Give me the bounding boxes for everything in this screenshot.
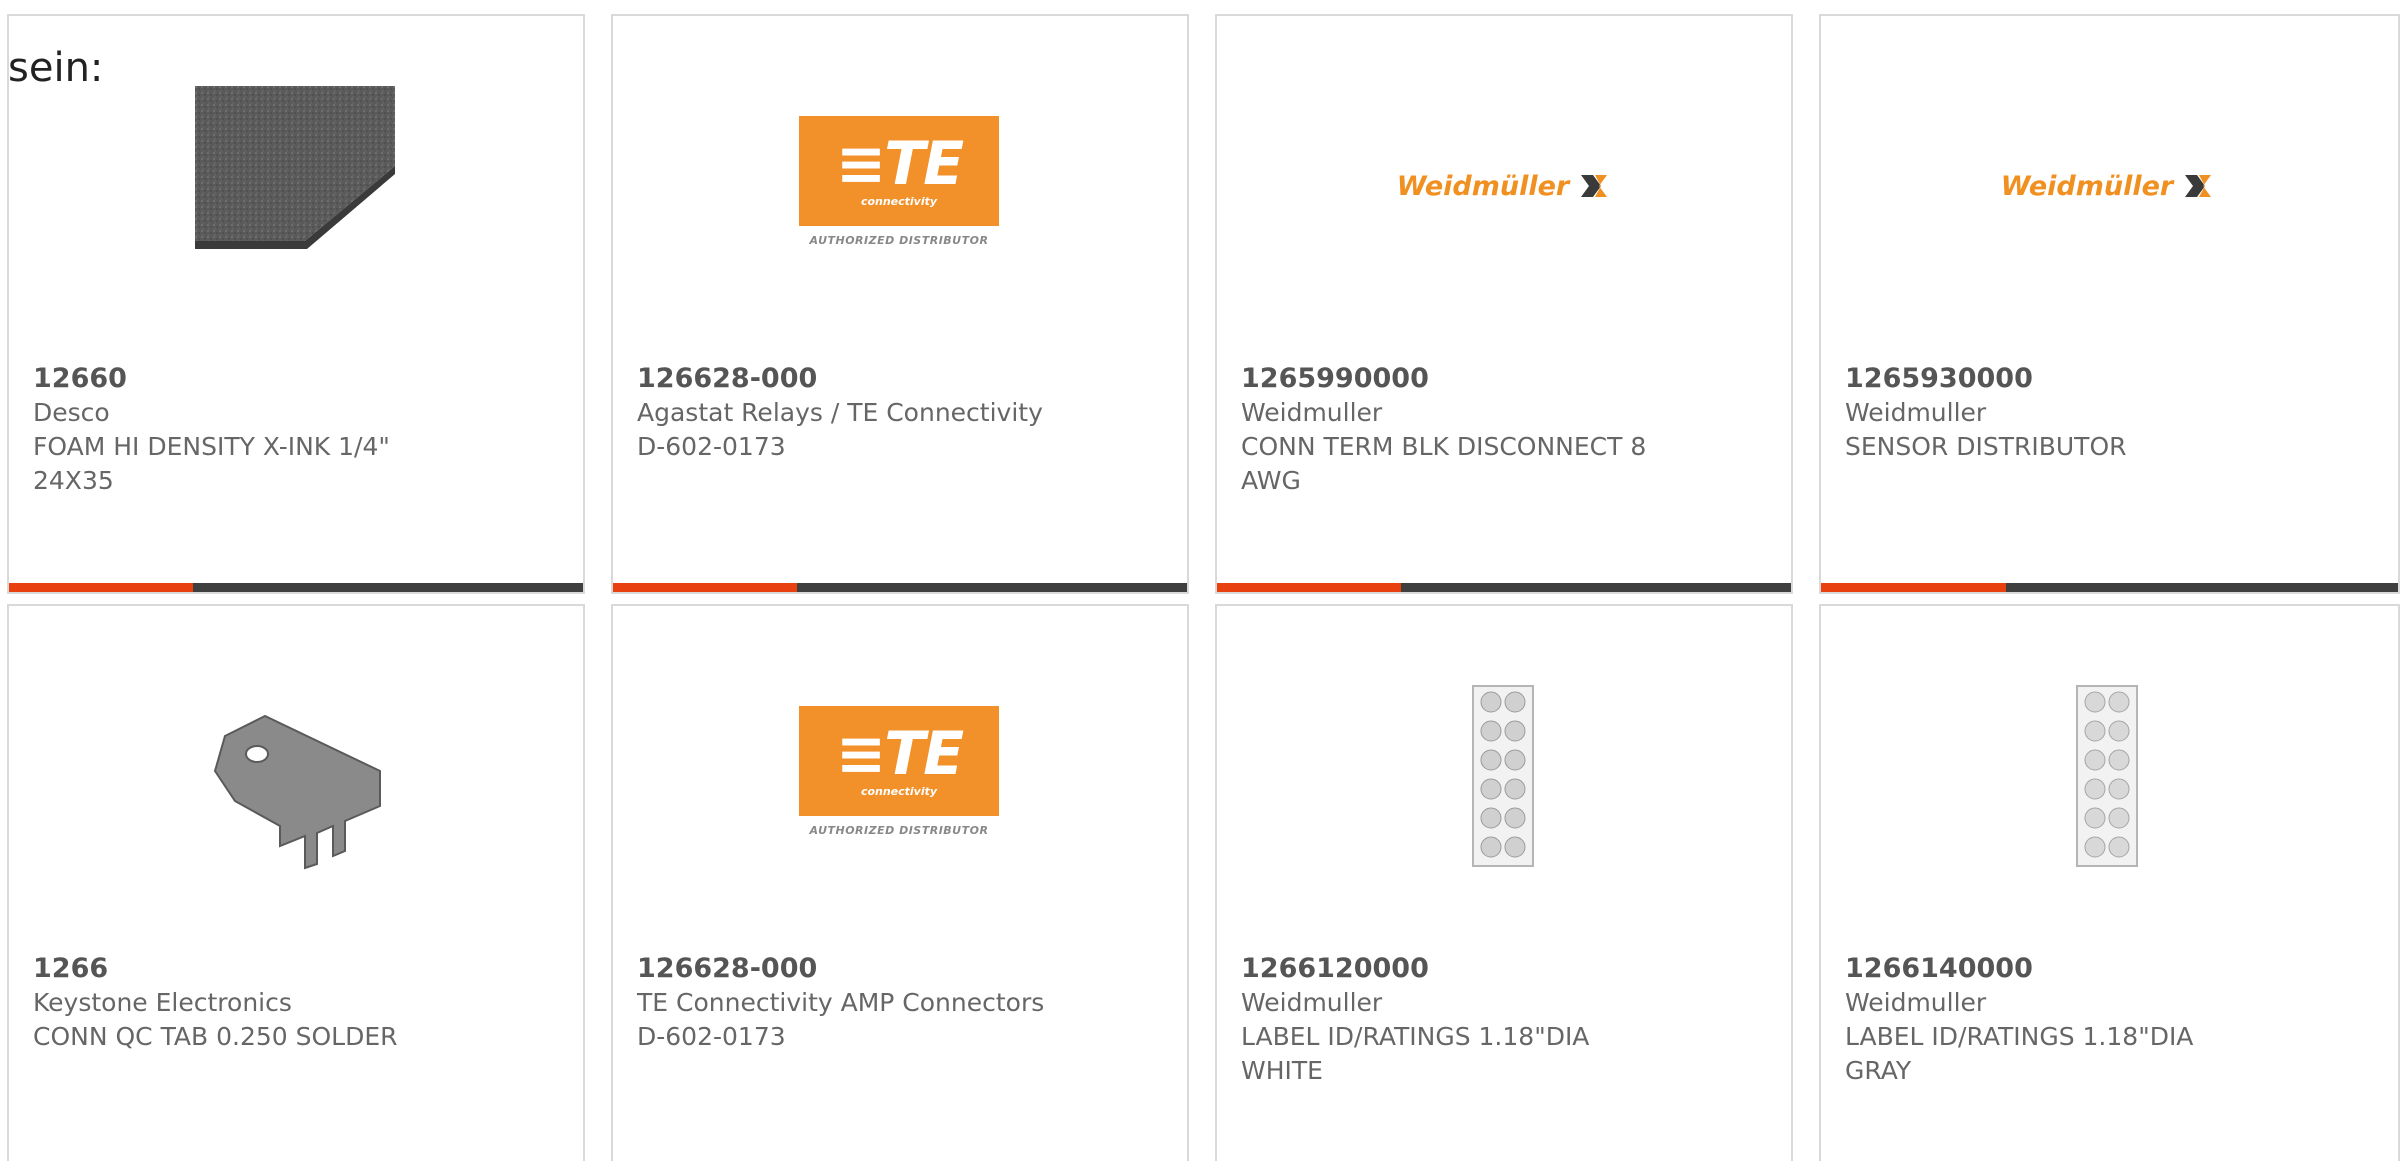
manufacturer: Weidmuller: [1241, 988, 1383, 1017]
card-bar-accent: [613, 583, 797, 592]
te-logo-mark: ≡TE: [835, 718, 964, 789]
product-description: CONN QC TAB 0.250 SOLDER: [33, 1022, 398, 1051]
part-number[interactable]: 1266140000: [1845, 952, 2265, 986]
product-card[interactable]: ≡TE connectivity AUTHORIZED DISTRIBUTOR …: [611, 14, 1189, 594]
product-description: CONN TERM BLK DISCONNECT 8 AWG: [1241, 432, 1647, 495]
part-number[interactable]: 12660: [33, 362, 453, 396]
product-image-label-sheet[interactable]: [1403, 676, 1603, 876]
product-card[interactable]: 1266 Keystone Electronics CONN QC TAB 0.…: [7, 604, 585, 1161]
part-number[interactable]: 1266120000: [1241, 952, 1661, 986]
card-bar: [1217, 583, 1791, 592]
te-connectivity-logo: ≡TE connectivity AUTHORIZED DISTRIBUTOR: [799, 706, 999, 846]
product-image-te-logo[interactable]: ≡TE connectivity AUTHORIZED DISTRIBUTOR: [799, 676, 999, 876]
label-sheet-icon: [1472, 685, 1534, 867]
product-description: SENSOR DISTRIBUTOR: [1845, 432, 2127, 461]
manufacturer: Agastat Relays / TE Connectivity: [637, 398, 1043, 427]
manufacturer: Keystone Electronics: [33, 988, 292, 1017]
product-card[interactable]: 12660 Desco FOAM HI DENSITY X-INK 1/4" 2…: [7, 14, 585, 594]
product-meta: 1265990000 Weidmuller CONN TERM BLK DISC…: [1241, 362, 1661, 498]
card-bar: [9, 583, 583, 592]
product-meta: 1266120000 Weidmuller LABEL ID/RATINGS 1…: [1241, 952, 1661, 1088]
te-logo-mark: ≡TE: [835, 128, 964, 199]
weidmuller-symbol-icon: [2185, 175, 2212, 197]
part-number[interactable]: 1265930000: [1845, 362, 2265, 396]
weidmuller-symbol-icon: [1581, 175, 1608, 197]
label-sheet-icon: [2076, 685, 2138, 867]
product-card[interactable]: Weidmüller 1265990000 Weidmuller CONN TE…: [1215, 14, 1793, 594]
product-image-qc-tab[interactable]: [195, 676, 395, 876]
weidmuller-wordmark: Weidmüller: [2000, 170, 2174, 202]
card-bar-accent: [1821, 583, 2006, 592]
te-authorized-distributor: AUTHORIZED DISTRIBUTOR: [809, 234, 989, 247]
product-card[interactable]: Weidmüller 1265930000 Weidmuller SENSOR …: [1819, 14, 2400, 594]
manufacturer: Weidmuller: [1845, 988, 1987, 1017]
product-image-te-logo[interactable]: ≡TE connectivity AUTHORIZED DISTRIBUTOR: [799, 86, 999, 286]
card-bar-accent: [9, 583, 193, 592]
part-number[interactable]: 1265990000: [1241, 362, 1661, 396]
product-description: LABEL ID/RATINGS 1.18"DIA GRAY: [1845, 1022, 2194, 1085]
manufacturer: Weidmuller: [1845, 398, 1987, 427]
product-card[interactable]: 1266120000 Weidmuller LABEL ID/RATINGS 1…: [1215, 604, 1793, 1161]
weidmuller-wordmark: Weidmüller: [1396, 170, 1570, 202]
product-meta: 1265930000 Weidmuller SENSOR DISTRIBUTOR: [1845, 362, 2265, 464]
product-description: D-602-0173: [637, 432, 786, 461]
product-grid-page: sein: 12660 Desco FOAM HI DENSITY X-INK …: [0, 0, 2400, 1161]
card-bar: [1821, 583, 2398, 592]
intro-text: sein:: [8, 45, 104, 91]
te-authorized-distributor: AUTHORIZED DISTRIBUTOR: [809, 824, 989, 837]
manufacturer: Weidmuller: [1241, 398, 1383, 427]
part-number[interactable]: 1266: [33, 952, 453, 986]
product-description: D-602-0173: [637, 1022, 786, 1051]
te-logo-box: ≡TE connectivity: [799, 116, 999, 226]
product-image-foam-sheet[interactable]: [195, 86, 395, 286]
part-number[interactable]: 126628-000: [637, 362, 1057, 396]
manufacturer: TE Connectivity AMP Connectors: [637, 988, 1045, 1017]
qc-tab-icon: [213, 714, 381, 870]
weidmuller-logo: Weidmüller: [2001, 171, 2213, 202]
foam-sheet-icon: [195, 86, 395, 249]
te-logo-sub: connectivity: [860, 194, 938, 208]
product-image-weidmuller-logo[interactable]: Weidmüller: [1397, 86, 1608, 286]
card-bar-accent: [1217, 583, 1401, 592]
product-image-weidmuller-logo[interactable]: Weidmüller: [2001, 86, 2212, 286]
product-meta: 12660 Desco FOAM HI DENSITY X-INK 1/4" 2…: [33, 362, 453, 498]
te-logo-box: ≡TE connectivity: [799, 706, 999, 816]
product-card[interactable]: ≡TE connectivity AUTHORIZED DISTRIBUTOR …: [611, 604, 1189, 1161]
product-meta: 1266 Keystone Electronics CONN QC TAB 0.…: [33, 952, 453, 1054]
product-description: FOAM HI DENSITY X-INK 1/4" 24X35: [33, 432, 390, 495]
manufacturer: Desco: [33, 398, 110, 427]
card-bar: [613, 583, 1187, 592]
product-meta: 1266140000 Weidmuller LABEL ID/RATINGS 1…: [1845, 952, 2265, 1088]
te-logo-sub: connectivity: [860, 784, 938, 798]
product-description: LABEL ID/RATINGS 1.18"DIA WHITE: [1241, 1022, 1590, 1085]
product-image-label-sheet[interactable]: [2007, 676, 2207, 876]
product-card[interactable]: 1266140000 Weidmuller LABEL ID/RATINGS 1…: [1819, 604, 2400, 1161]
product-meta: 126628-000 TE Connectivity AMP Connector…: [637, 952, 1057, 1054]
product-meta: 126628-000 Agastat Relays / TE Connectiv…: [637, 362, 1057, 464]
te-connectivity-logo: ≡TE connectivity AUTHORIZED DISTRIBUTOR: [799, 116, 999, 256]
weidmuller-logo: Weidmüller: [1397, 171, 1609, 202]
part-number[interactable]: 126628-000: [637, 952, 1057, 986]
